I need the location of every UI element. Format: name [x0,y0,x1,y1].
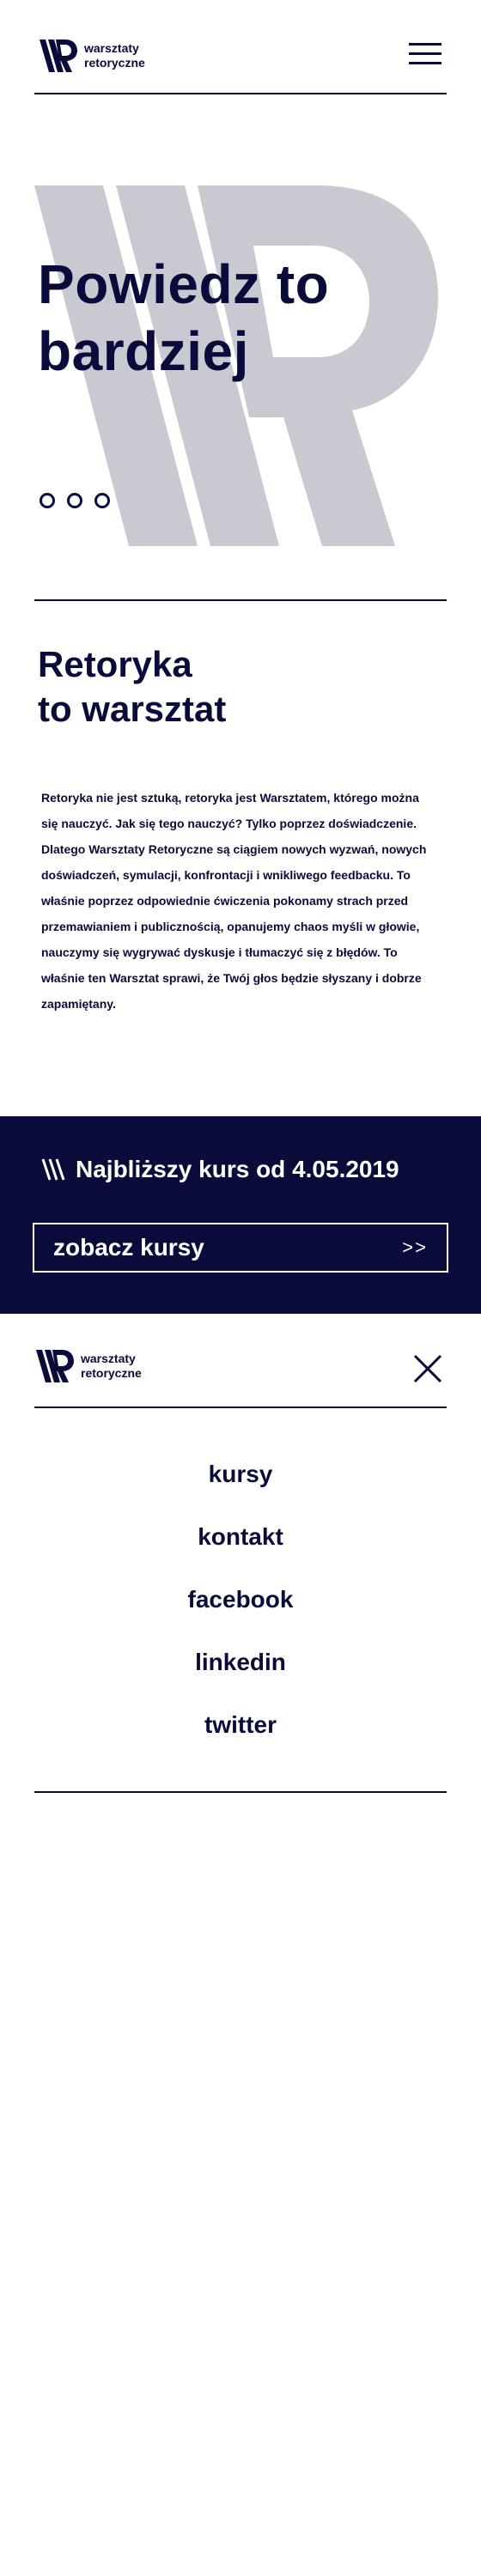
hero-title-line-1: Powiedz to [38,253,330,315]
triple-slash-icon [41,1158,65,1181]
hamburger-icon[interactable] [409,43,441,65]
menu-brand-logo[interactable]: warsztaty retoryczne [36,1350,142,1382]
main-menu: kursy kontakt facebook linkedin twitter [34,1443,447,1756]
menu-item-kontakt[interactable]: kontakt [34,1505,447,1568]
see-courses-label: zobacz kursy [53,1234,204,1261]
menu-divider [34,1791,447,1793]
slider-dots [40,493,110,508]
menu-brand-line-2: retoryczne [81,1366,142,1380]
course-title-text: Najbliższy kurs od 4.05.2019 [76,1156,399,1182]
double-chevron-right-icon: >> [402,1236,428,1258]
menu-item-facebook[interactable]: facebook [34,1568,447,1631]
slider-dot[interactable] [94,493,110,508]
slider-dot[interactable] [40,493,55,508]
wr-logo-icon [40,39,77,72]
menu-brand-name: warsztaty retoryczne [81,1352,142,1381]
hero-title: Powiedz to bardziej [38,251,329,385]
menu-item-kursy[interactable]: kursy [34,1443,447,1505]
menu-item-twitter[interactable]: twitter [34,1693,447,1756]
menu-header: warsztaty retoryczne [34,1346,447,1408]
site-header: warsztaty retoryczne [34,31,447,94]
see-courses-button[interactable]: zobacz kursy >> [33,1223,448,1273]
brand-line-1: warsztaty [84,41,139,55]
about-body: Retoryka nie jest sztuką, retoryka jest … [41,791,427,1011]
brand-name: warsztaty retoryczne [84,41,145,70]
brand-line-2: retoryczne [84,56,145,70]
about-title-line-1: Retoryka [38,644,192,684]
hero-section: Powiedz to bardziej [34,94,447,601]
slider-dot[interactable] [67,493,82,508]
wr-logo-icon [36,1350,74,1382]
course-banner: Najbliższy kurs od 4.05.2019 zobacz kurs… [0,1116,481,1314]
hero-title-line-2: bardziej [38,320,249,382]
menu-item-linkedin[interactable]: linkedin [34,1631,447,1693]
close-icon[interactable] [412,1353,443,1384]
about-title-line-2: to warsztat [38,689,227,729]
brand-logo[interactable]: warsztaty retoryczne [40,39,145,72]
course-banner-title: Najbliższy kurs od 4.05.2019 [41,1154,399,1185]
about-title: Retoryka to warsztat [38,642,226,732]
menu-brand-line-1: warsztaty [81,1352,136,1365]
